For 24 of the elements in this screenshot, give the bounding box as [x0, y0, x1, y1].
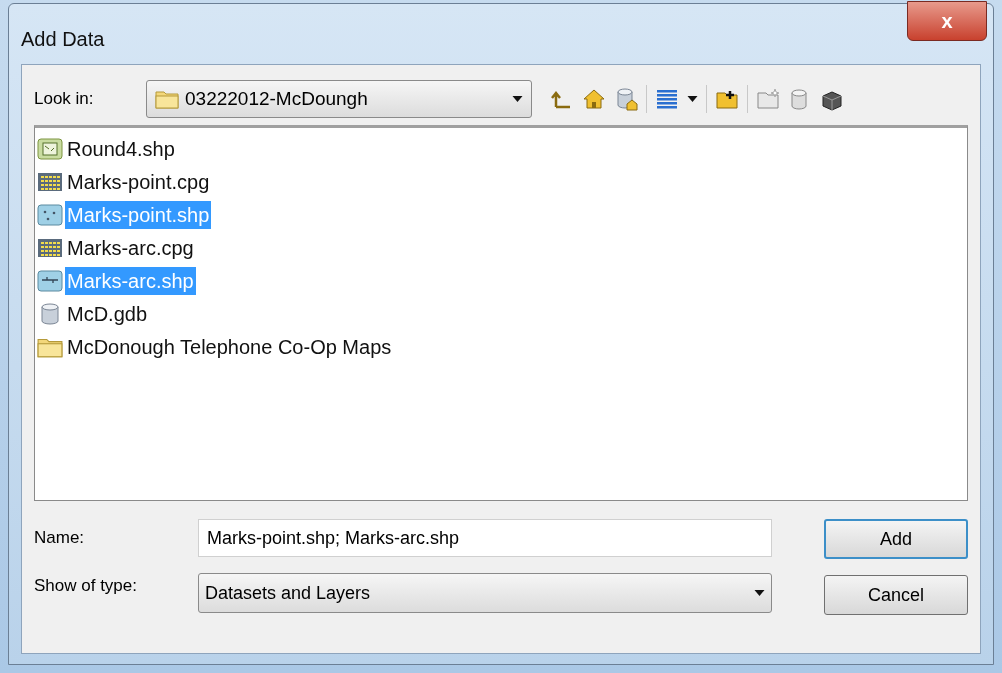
caret-icon [754, 590, 765, 596]
table-icon [37, 236, 63, 259]
type-label: Show of type: [34, 574, 138, 597]
table-icon [37, 170, 63, 193]
name-label: Name: [34, 527, 86, 549]
raster-icon [37, 137, 63, 160]
point-layer-icon [37, 203, 63, 226]
file-item[interactable]: McDonough Telephone Co-Op Maps [65, 332, 394, 361]
caret-icon [512, 96, 523, 102]
file-item[interactable]: McD.gdb [65, 299, 150, 328]
dialog-button[interactable]: Add [824, 519, 968, 559]
dialog-button[interactable]: Cancel [824, 575, 968, 615]
line-layer-icon [37, 269, 63, 292]
type-dropdown[interactable]: Datasets and Layers [197, 573, 772, 613]
name-field[interactable]: Marks-point.shp; Marks-arc.shp [197, 519, 772, 557]
folder-icon [155, 89, 179, 109]
caret-icon [687, 96, 698, 102]
file-item[interactable]: Marks-point.cpg [65, 167, 212, 196]
file-item[interactable]: Round4.shp [65, 134, 177, 163]
look-in-dropdown[interactable]: 03222012-McDoungh [146, 80, 532, 118]
look-in-label: Look in: [34, 88, 95, 111]
window-title: Add Data [21, 27, 105, 52]
file-item[interactable]: Marks-arc.cpg [65, 233, 196, 262]
list-view-icon [655, 87, 679, 111]
